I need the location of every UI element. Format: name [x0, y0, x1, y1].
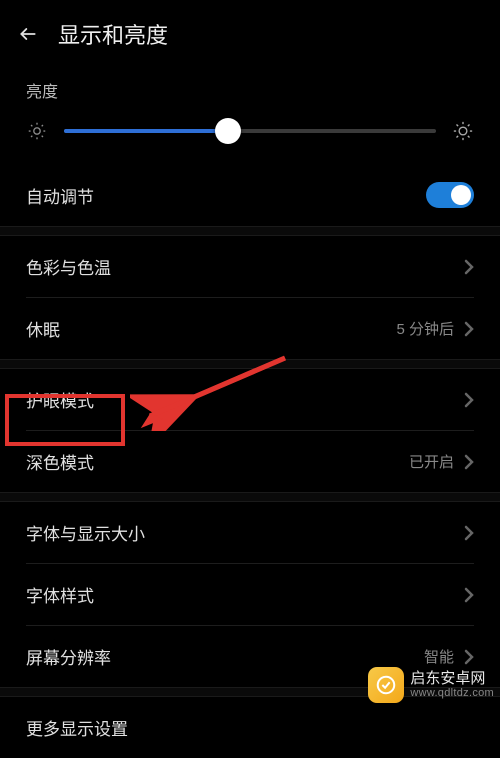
auto-brightness-label: 自动调节: [26, 183, 94, 208]
color-temp-row[interactable]: 色彩与色温: [0, 236, 500, 297]
toggle-thumb: [451, 185, 471, 205]
more-display-row[interactable]: 更多显示设置: [0, 697, 500, 758]
font-style-label: 字体样式: [26, 582, 94, 607]
brightness-slider-row: [0, 120, 500, 164]
watermark: 启东安卓网 www.qdltdz.com: [368, 667, 494, 703]
watermark-url: www.qdltdz.com: [410, 687, 494, 700]
group-separator: [0, 226, 500, 236]
chevron-right-icon: [464, 321, 474, 337]
eye-comfort-label: 护眼模式: [26, 387, 94, 412]
chevron-right-icon: [464, 454, 474, 470]
resolution-value: 智能: [424, 646, 454, 667]
sun-large-icon: [452, 120, 474, 142]
dark-mode-label: 深色模式: [26, 449, 94, 474]
font-size-label: 字体与显示大小: [26, 520, 145, 545]
dark-mode-value: 已开启: [409, 451, 454, 472]
auto-brightness-row[interactable]: 自动调节: [0, 164, 500, 226]
resolution-label: 屏幕分辨率: [26, 644, 111, 669]
group-separator: [0, 492, 500, 502]
brightness-slider-fill: [64, 129, 228, 133]
sleep-value: 5 分钟后: [396, 318, 454, 339]
sun-small-icon: [26, 120, 48, 142]
sleep-label: 休眠: [26, 316, 60, 341]
brightness-section-label: 亮度: [0, 72, 500, 120]
page-title: 显示和亮度: [58, 18, 168, 50]
back-arrow-icon[interactable]: [16, 22, 40, 46]
chevron-right-icon: [464, 259, 474, 275]
watermark-logo-icon: [368, 667, 404, 703]
header: 显示和亮度: [0, 0, 500, 72]
chevron-right-icon: [464, 525, 474, 541]
brightness-slider[interactable]: [64, 129, 436, 133]
dark-mode-row[interactable]: 深色模式 已开启: [0, 431, 500, 492]
font-style-row[interactable]: 字体样式: [0, 564, 500, 625]
chevron-right-icon: [464, 392, 474, 408]
group-separator: [0, 359, 500, 369]
chevron-right-icon: [464, 587, 474, 603]
font-size-row[interactable]: 字体与显示大小: [0, 502, 500, 563]
watermark-name: 启东安卓网: [410, 670, 494, 687]
auto-brightness-toggle[interactable]: [426, 182, 474, 208]
sleep-row[interactable]: 休眠 5 分钟后: [0, 298, 500, 359]
brightness-slider-thumb[interactable]: [215, 118, 241, 144]
chevron-right-icon: [464, 649, 474, 665]
eye-comfort-row[interactable]: 护眼模式: [0, 369, 500, 430]
color-temp-label: 色彩与色温: [26, 254, 111, 279]
more-display-label: 更多显示设置: [26, 715, 128, 740]
